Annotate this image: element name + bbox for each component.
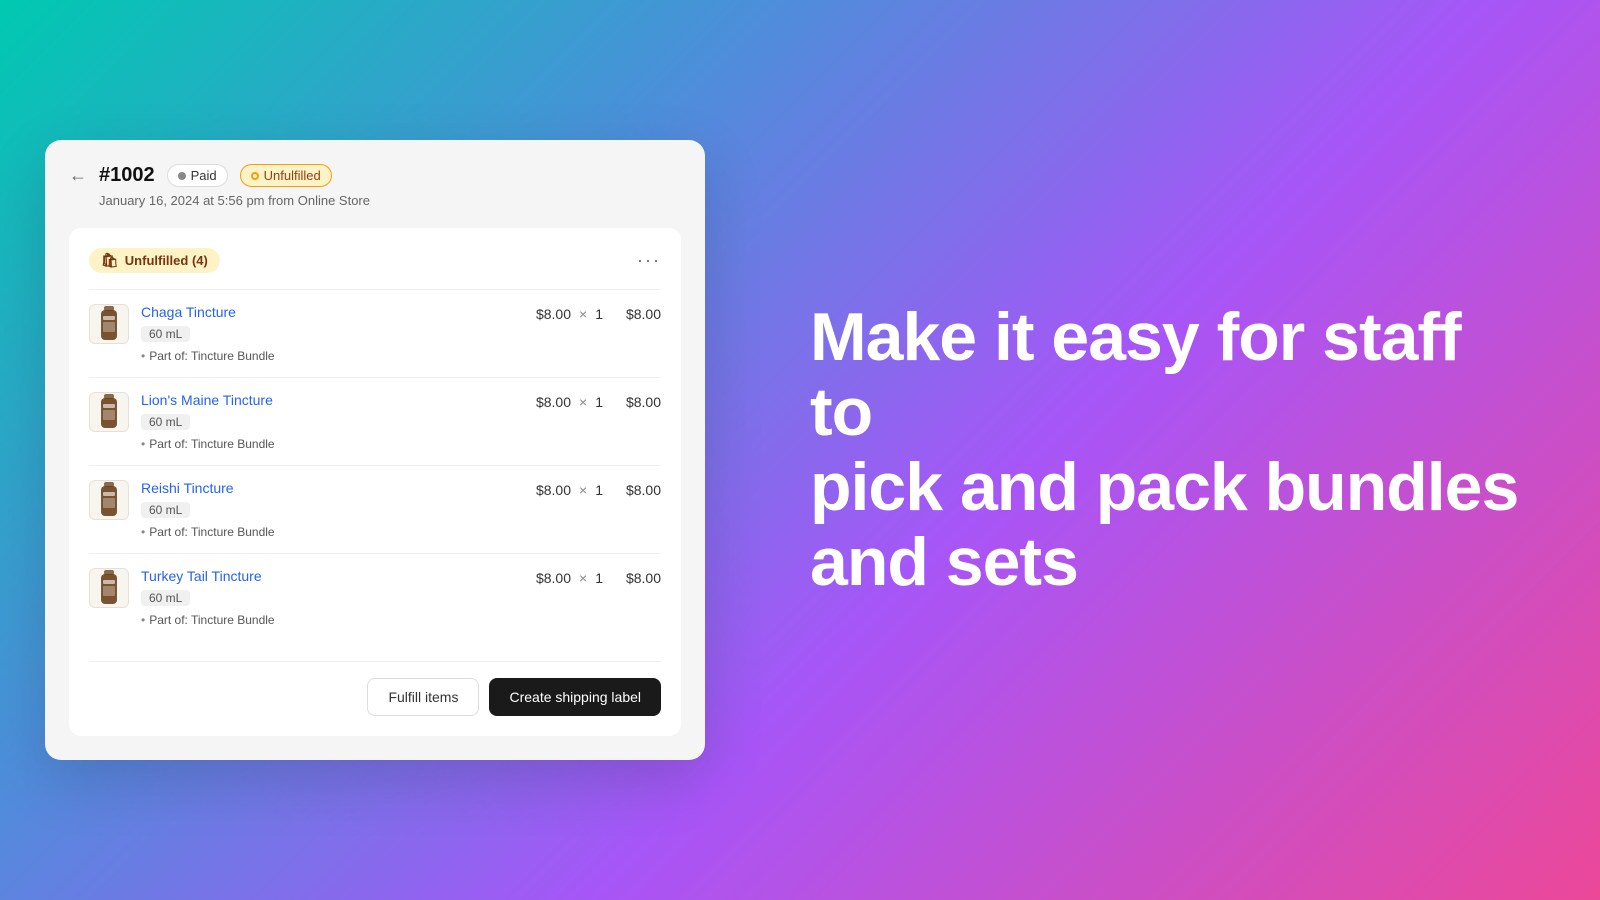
more-options-button[interactable]: ···	[637, 250, 661, 271]
product-bundle: Part of: Tincture Bundle	[141, 525, 524, 539]
product-info: Turkey Tail Tincture 60 mL Part of: Tinc…	[141, 568, 524, 627]
unit-price: $8.00	[536, 570, 571, 586]
product-image	[89, 568, 129, 608]
total-price: $8.00	[611, 394, 661, 410]
product-list: Chaga Tincture 60 mL Part of: Tincture B…	[89, 289, 661, 641]
product-name-link[interactable]: Lion's Maine Tincture	[141, 392, 273, 408]
product-image	[89, 480, 129, 520]
fulfillment-section: 🛍 Unfulfilled (4) ··· Chaga Tincture 60 …	[69, 228, 681, 736]
product-pricing: $8.00 × 1 $8.00	[536, 480, 661, 498]
product-variant: 60 mL	[141, 414, 190, 430]
product-bundle: Part of: Tincture Bundle	[141, 437, 524, 451]
fulfillment-header: 🛍 Unfulfilled (4) ···	[89, 248, 661, 273]
hero-line2: pick and pack bundles	[810, 449, 1518, 525]
product-row: Reishi Tincture 60 mL Part of: Tincture …	[89, 465, 661, 553]
product-name-link[interactable]: Turkey Tail Tincture	[141, 568, 262, 584]
product-row: Turkey Tail Tincture 60 mL Part of: Tinc…	[89, 553, 661, 641]
product-variant: 60 mL	[141, 502, 190, 518]
paid-badge: Paid	[167, 164, 228, 187]
back-button[interactable]: ←	[69, 165, 87, 186]
unit-price: $8.00	[536, 306, 571, 322]
quantity: 1	[595, 570, 603, 586]
unfulfilled-header-label: Unfulfilled	[264, 168, 321, 183]
unfulfilled-count-badge: 🛍 Unfulfilled (4)	[89, 248, 220, 273]
product-pricing: $8.00 × 1 $8.00	[536, 568, 661, 586]
product-name-link[interactable]: Reishi Tincture	[141, 480, 234, 496]
unfulfilled-dot-icon	[251, 172, 259, 180]
product-row: Lion's Maine Tincture 60 mL Part of: Tin…	[89, 377, 661, 465]
product-bundle: Part of: Tincture Bundle	[141, 349, 524, 363]
quantity: 1	[595, 394, 603, 410]
total-price: $8.00	[611, 570, 661, 586]
right-panel: Make it easy for staff to pick and pack …	[750, 0, 1600, 900]
unit-price: $8.00	[536, 482, 571, 498]
product-info: Lion's Maine Tincture 60 mL Part of: Tin…	[141, 392, 524, 451]
total-price: $8.00	[611, 482, 661, 498]
quantity: 1	[595, 482, 603, 498]
product-pricing: $8.00 × 1 $8.00	[536, 304, 661, 322]
product-name-link[interactable]: Chaga Tincture	[141, 304, 236, 320]
product-pricing: $8.00 × 1 $8.00	[536, 392, 661, 410]
unfulfilled-header-badge: Unfulfilled	[240, 164, 332, 187]
qty-separator: ×	[579, 306, 587, 322]
unfulfilled-count-label: Unfulfilled (4)	[125, 253, 208, 268]
total-price: $8.00	[611, 306, 661, 322]
product-variant: 60 mL	[141, 326, 190, 342]
unfulfilled-badge-icon: 🛍	[101, 252, 119, 269]
fulfill-items-button[interactable]: Fulfill items	[367, 678, 479, 716]
product-row: Chaga Tincture 60 mL Part of: Tincture B…	[89, 289, 661, 377]
qty-separator: ×	[579, 570, 587, 586]
product-info: Chaga Tincture 60 mL Part of: Tincture B…	[141, 304, 524, 363]
qty-separator: ×	[579, 482, 587, 498]
product-variant: 60 mL	[141, 590, 190, 606]
hero-heading: Make it easy for staff to pick and pack …	[810, 300, 1540, 599]
hero-text: Make it easy for staff to pick and pack …	[810, 300, 1540, 599]
order-meta: January 16, 2024 at 5:56 pm from Online …	[99, 193, 681, 208]
order-header: ← #1002 Paid Unfulfilled	[69, 164, 681, 187]
order-card: ← #1002 Paid Unfulfilled January 16, 202…	[45, 140, 705, 760]
action-buttons: Fulfill items Create shipping label	[89, 661, 661, 716]
product-bundle: Part of: Tincture Bundle	[141, 613, 524, 627]
unit-price: $8.00	[536, 394, 571, 410]
quantity: 1	[595, 306, 603, 322]
left-panel: ← #1002 Paid Unfulfilled January 16, 202…	[0, 0, 750, 900]
qty-separator: ×	[579, 394, 587, 410]
product-info: Reishi Tincture 60 mL Part of: Tincture …	[141, 480, 524, 539]
product-image	[89, 304, 129, 344]
order-number: #1002	[99, 164, 155, 187]
product-image	[89, 392, 129, 432]
hero-line3: and sets	[810, 524, 1078, 600]
create-shipping-label-button[interactable]: Create shipping label	[489, 678, 661, 716]
hero-line1: Make it easy for staff to	[810, 299, 1461, 450]
